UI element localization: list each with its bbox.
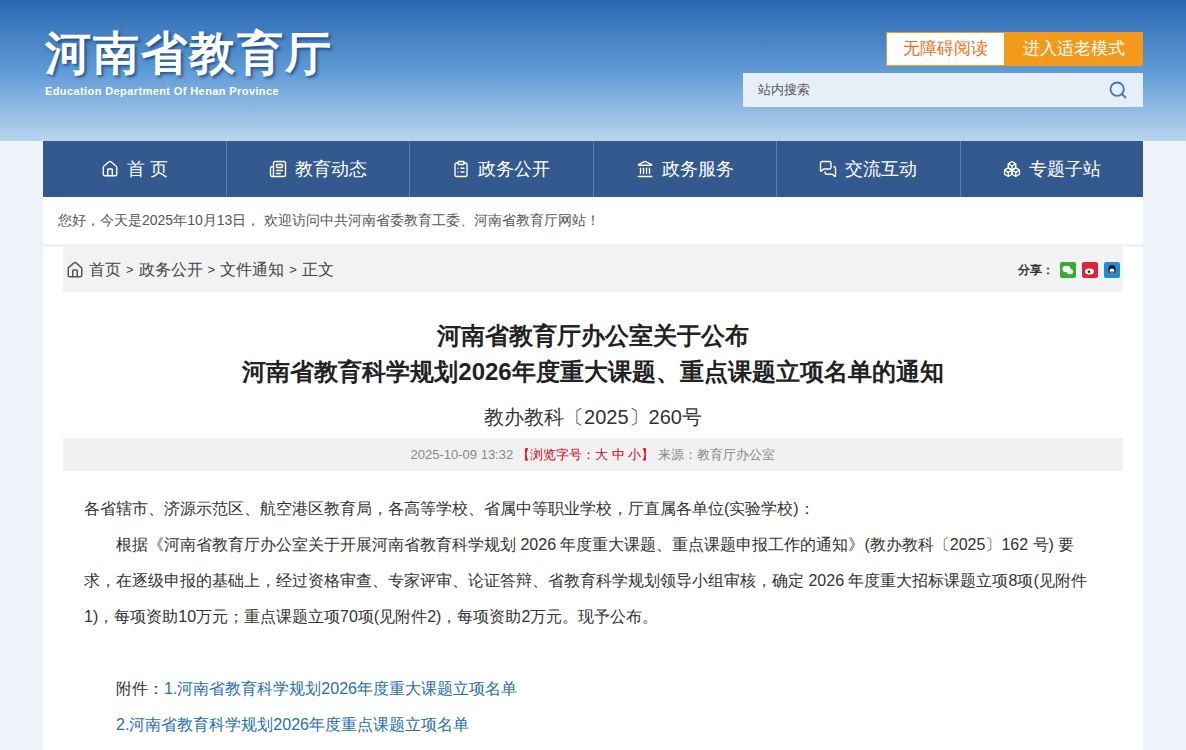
talk-icon bbox=[819, 160, 837, 178]
header-button[interactable]: 无障碍阅读 bbox=[886, 32, 1005, 66]
header: 河南省教育厅Education Department Of Henan Prov… bbox=[0, 0, 1186, 141]
share: 分享： bbox=[1018, 261, 1120, 279]
nav-item[interactable]: 教育动态 bbox=[226, 141, 410, 197]
breadcrumb-item[interactable]: 文件通知 bbox=[220, 258, 284, 282]
home-icon bbox=[101, 160, 119, 178]
breadcrumb-item[interactable]: 首页 bbox=[89, 258, 121, 282]
breadcrumb-item[interactable]: 政务公开 bbox=[139, 258, 203, 282]
breadcrumb: 首页>政务公开>文件通知>正文 bbox=[66, 258, 334, 282]
nav-item[interactable]: 政务公开 bbox=[409, 141, 593, 197]
attachment-link[interactable]: 1.河南省教育科学规划2026年度重大课题立项名单 bbox=[164, 671, 517, 707]
page: 河南省教育厅Education Department Of Henan Prov… bbox=[0, 0, 1186, 750]
header-button[interactable]: 进入适老模式 bbox=[1005, 32, 1143, 66]
nav-item[interactable]: 首 页 bbox=[43, 141, 226, 197]
news-icon bbox=[269, 160, 287, 178]
font-size-switch[interactable]: 【浏览字号：大 中 小】 bbox=[517, 445, 654, 465]
site-icon bbox=[1003, 160, 1021, 178]
search-box[interactable]: 站内搜索 bbox=[743, 73, 1143, 107]
site-logo[interactable]: 河南省教育厅Education Department Of Henan Prov… bbox=[43, 28, 333, 107]
home-icon bbox=[66, 261, 84, 279]
article-title: 河南省教育厅办公室关于公布河南省教育科学规划2026年度重大课题、重点课题立项名… bbox=[43, 292, 1143, 390]
weibo-share-icon[interactable] bbox=[1082, 262, 1098, 278]
wechat-share-icon[interactable] bbox=[1060, 262, 1076, 278]
breadcrumb-item: 正文 bbox=[302, 258, 334, 282]
open-icon bbox=[452, 160, 470, 178]
breadcrumb-bar: 首页>政务公开>文件通知>正文 分享： bbox=[63, 247, 1123, 292]
article-body: 各省辖市、济源示范区、航空港区教育局，各高等学校、省属中等职业学校，厅直属各单位… bbox=[43, 471, 1143, 743]
nav-item[interactable]: 交流互动 bbox=[776, 141, 960, 197]
service-icon bbox=[636, 160, 654, 178]
article: 河南省教育厅办公室关于公布河南省教育科学规划2026年度重大课题、重点课题立项名… bbox=[43, 292, 1143, 750]
nav-item[interactable]: 政务服务 bbox=[593, 141, 777, 197]
meta-bar: 2025-10-09 13:32【浏览字号：大 中 小】来源：教育厅办公室 bbox=[63, 438, 1123, 471]
main-nav: 首 页教育动态政务公开政务服务交流互动专题子站 bbox=[43, 141, 1143, 197]
attachment-link[interactable]: 2.河南省教育科学规划2026年度重点课题立项名单 bbox=[116, 707, 469, 743]
content-column: 首 页教育动态政务公开政务服务交流互动专题子站您好，今天是2025年10月13日… bbox=[43, 141, 1143, 750]
greeting-bar: 您好，今天是2025年10月13日， 欢迎访问中共河南省委教育工委、河南省教育厅… bbox=[43, 197, 1143, 247]
search-icon[interactable] bbox=[1108, 80, 1128, 100]
qq-share-icon[interactable] bbox=[1104, 262, 1120, 278]
nav-item[interactable]: 专题子站 bbox=[960, 141, 1144, 197]
doc-number: 教办教科〔2025〕260号 bbox=[43, 402, 1143, 432]
